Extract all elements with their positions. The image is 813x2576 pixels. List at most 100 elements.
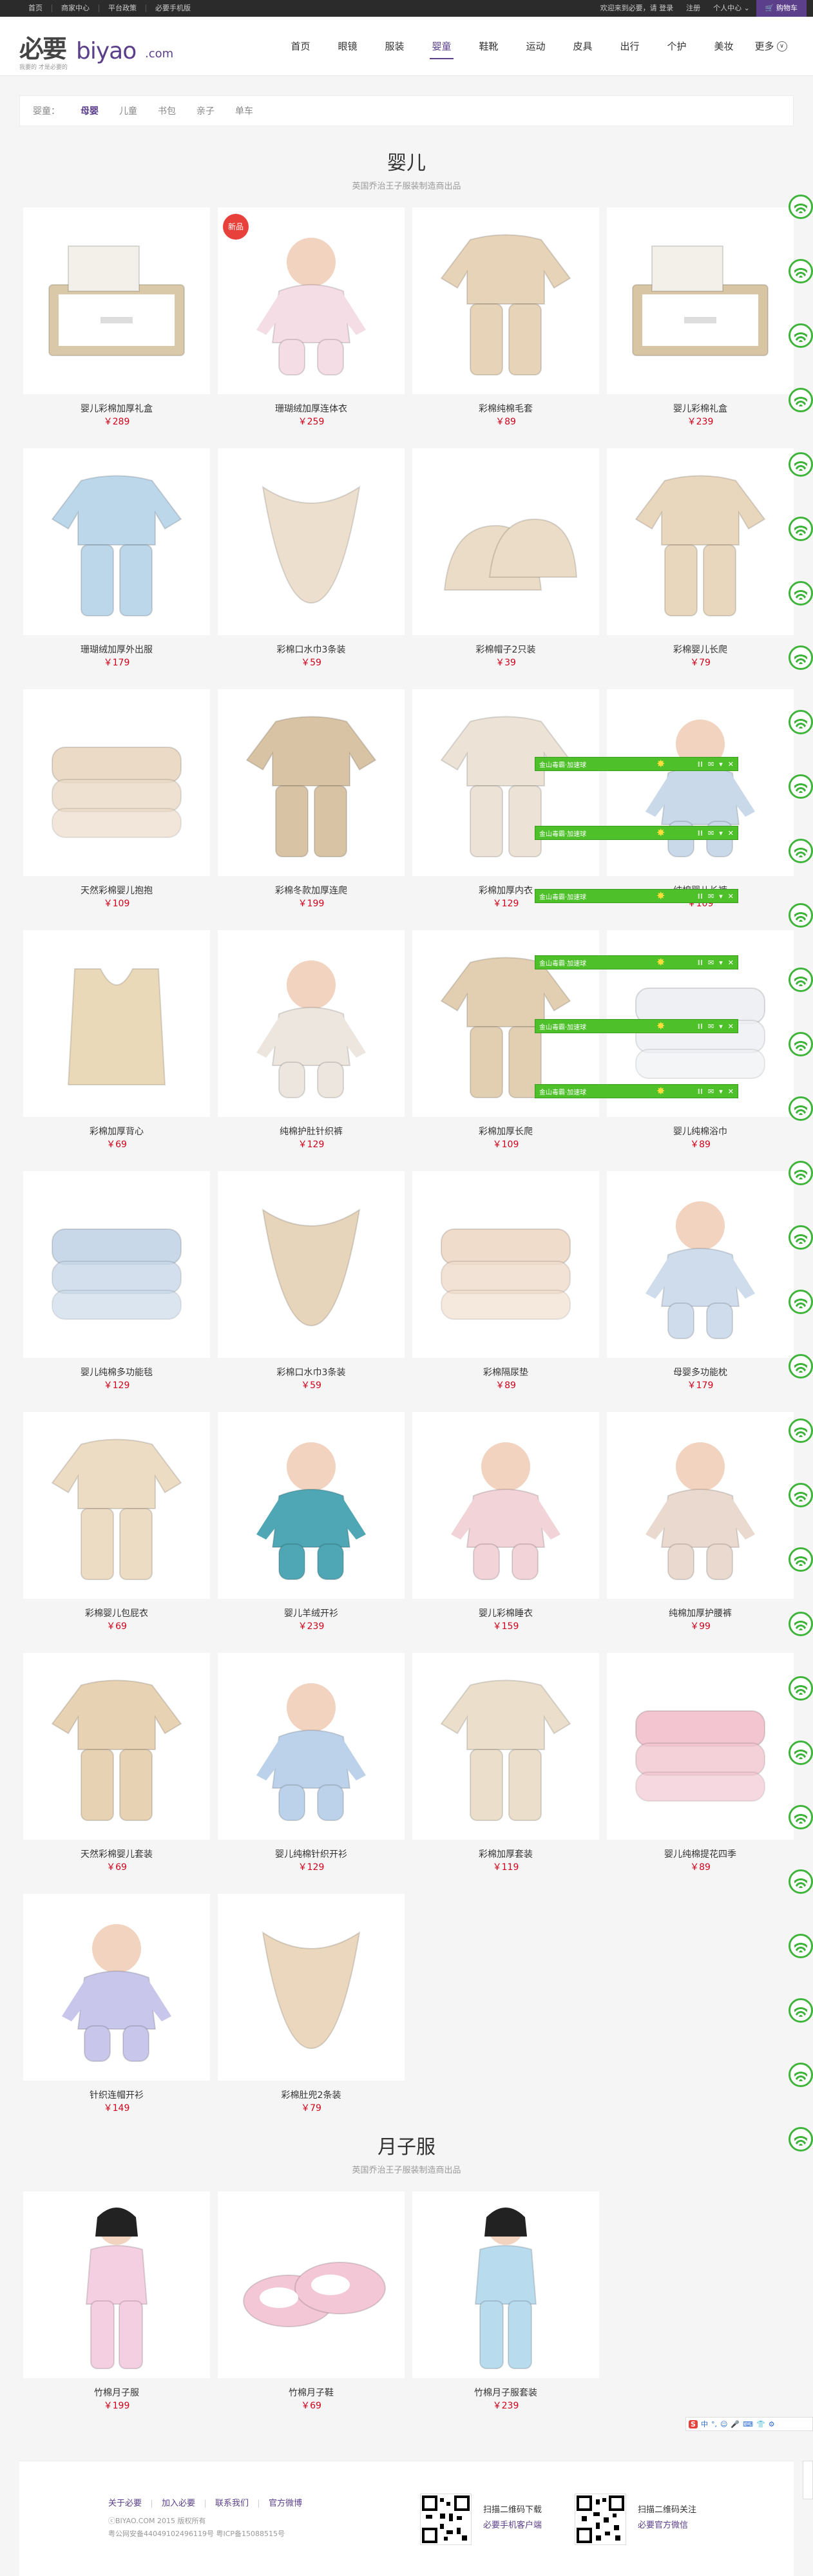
ime-voice-icon[interactable]: 🎤 [731,2420,740,2428]
dropdown-icon[interactable]: ▾ [719,892,723,901]
wifi-icon[interactable] [789,1998,813,2023]
nav-item-leather[interactable]: 皮具 [559,17,606,76]
footer-link-contact[interactable]: 联系我们 [206,2499,260,2508]
wifi-icon[interactable] [789,1161,813,1185]
product-card[interactable] [412,689,599,876]
product-card[interactable] [218,2191,405,2378]
dropdown-icon[interactable]: ▾ [719,829,723,837]
grid-icon[interactable]: ⁞⁞ [698,829,703,837]
wifi-icon[interactable] [789,452,813,477]
site-logo[interactable]: 必要 biyao .com 我要的 才是必要的 [19,36,174,71]
product-card[interactable] [23,1653,210,1840]
product-name[interactable]: 婴儿纯棉浴巾 [607,1125,794,1138]
input-method-toolbar[interactable]: S 中 °, ☺ 🎤 ⌨ 👕 ⚙ [685,2417,813,2431]
close-icon[interactable]: ✕ [728,892,734,901]
accelerator-widget[interactable]: 金山毒霸·加速球 ✸ ⁞⁞ ✉ ▾ ✕ [535,955,738,969]
ime-punct-toggle[interactable]: °, [711,2420,717,2428]
nav-item-baby[interactable]: 婴童 [418,17,465,76]
nav-more-menu[interactable]: 更多 ∨ [747,17,794,76]
dropdown-icon[interactable]: ▾ [719,760,723,768]
product-name[interactable]: 彩棉口水巾3条装 [218,1366,405,1379]
wifi-icon[interactable] [789,1418,813,1443]
wifi-icon[interactable] [789,1805,813,1829]
filter-item-schoolbag[interactable]: 书包 [158,104,176,117]
product-name[interactable]: 珊瑚绒加厚外出服 [23,643,210,656]
product-name[interactable]: 婴儿羊绒开衫 [218,1607,405,1619]
product-name[interactable]: 婴儿彩棉礼盒 [607,402,794,415]
grid-icon[interactable]: ⁞⁞ [698,959,703,967]
product-card[interactable] [218,448,405,635]
close-icon[interactable]: ✕ [728,959,734,967]
accelerator-widget[interactable]: 金山毒霸·加速球 ✸ ⁞⁞ ✉ ▾ ✕ [535,826,738,840]
wifi-icon[interactable] [789,1354,813,1379]
top-link-mobile[interactable]: 必要手机版 [146,5,200,12]
product-card[interactable] [607,1653,794,1840]
message-icon[interactable]: ✉ [708,1022,714,1031]
wifi-icon[interactable] [789,1483,813,1507]
product-name[interactable]: 彩棉婴儿包屁衣 [23,1607,210,1619]
product-name[interactable]: 彩棉婴儿长爬 [607,643,794,656]
product-card[interactable] [23,2191,210,2378]
accelerator-widget[interactable]: 金山毒霸·加速球 ✸ ⁞⁞ ✉ ▾ ✕ [535,889,738,903]
nav-item-glasses[interactable]: 眼镜 [324,17,371,76]
close-icon[interactable]: ✕ [728,760,734,768]
nav-item-home[interactable]: 首页 [277,17,324,76]
wifi-icon[interactable] [789,1676,813,1701]
register-link[interactable]: 注册 [680,5,707,12]
dropdown-icon[interactable]: ▾ [719,1087,723,1096]
nav-item-shoes[interactable]: 鞋靴 [465,17,512,76]
product-name[interactable]: 珊瑚绒加厚连体衣 [218,402,405,415]
nav-item-beauty[interactable]: 美妆 [700,17,747,76]
product-name[interactable]: 竹棉月子服套装 [412,2386,599,2399]
user-center-menu[interactable]: 个人中心 ⌄ [707,5,756,12]
message-icon[interactable]: ✉ [708,959,714,967]
filter-item-bicycle[interactable]: 单车 [235,104,253,117]
close-icon[interactable]: ✕ [728,1087,734,1096]
dropdown-icon[interactable]: ▾ [719,1022,723,1031]
wifi-icon[interactable] [789,774,813,799]
wifi-icon[interactable] [789,710,813,734]
product-name[interactable]: 彩棉帽子2只装 [412,643,599,656]
footer-link-join[interactable]: 加入必要 [152,2499,206,2508]
nav-item-clothing[interactable]: 服装 [371,17,418,76]
grid-icon[interactable]: ⁞⁞ [698,892,703,901]
product-name[interactable]: 彩棉口水巾3条装 [218,643,405,656]
filter-item-mother-baby[interactable]: 母婴 [81,104,99,117]
ime-chinese-toggle[interactable]: 中 [701,2419,708,2429]
wifi-icon[interactable] [789,2127,813,2151]
nav-item-personal-care[interactable]: 个护 [653,17,700,76]
product-name[interactable]: 彩棉纯棉毛套 [412,402,599,415]
ime-emoji-icon[interactable]: ☺ [720,2420,727,2428]
product-card[interactable] [218,1412,405,1599]
product-card[interactable] [218,1653,405,1840]
product-name[interactable]: 彩棉隔尿垫 [412,1366,599,1379]
wifi-icon[interactable] [789,1096,813,1121]
wifi-icon[interactable] [789,903,813,928]
nav-item-travel[interactable]: 出行 [606,17,653,76]
product-name[interactable]: 彩棉加厚长爬 [412,1125,599,1138]
dropdown-icon[interactable]: ▾ [719,959,723,967]
top-link-merchant[interactable]: 商家中心 [52,5,99,12]
product-name[interactable]: 彩棉肚兜2条装 [218,2088,405,2101]
wifi-icon[interactable] [789,839,813,863]
message-icon[interactable]: ✉ [708,829,714,837]
wifi-icon[interactable] [789,1225,813,1250]
product-card[interactable] [23,1894,210,2081]
close-icon[interactable]: ✕ [728,829,734,837]
product-name[interactable]: 彩棉加厚背心 [23,1125,210,1138]
product-card[interactable] [218,930,405,1117]
product-card[interactable] [607,1412,794,1599]
product-name[interactable]: 竹棉月子服 [23,2386,210,2399]
product-card[interactable] [412,1171,599,1358]
ime-settings-icon[interactable]: ⚙ [769,2420,775,2428]
wifi-icon[interactable] [789,195,813,219]
footer-link-about[interactable]: 关于必要 [108,2499,153,2508]
product-name[interactable]: 母婴多功能枕 [607,1366,794,1379]
grid-icon[interactable]: ⁞⁞ [698,760,703,768]
cart-button[interactable]: 🛒 购物车 [756,0,807,17]
qr-wechat-link[interactable]: 必要官方微信 [638,2518,688,2530]
ime-keyboard-icon[interactable]: ⌨ [743,2420,753,2428]
product-name[interactable]: 纯棉加厚护腰裤 [607,1607,794,1619]
accelerator-widget[interactable]: 金山毒霸·加速球 ✸ ⁞⁞ ✉ ▾ ✕ [535,757,738,771]
message-icon[interactable]: ✉ [708,892,714,901]
